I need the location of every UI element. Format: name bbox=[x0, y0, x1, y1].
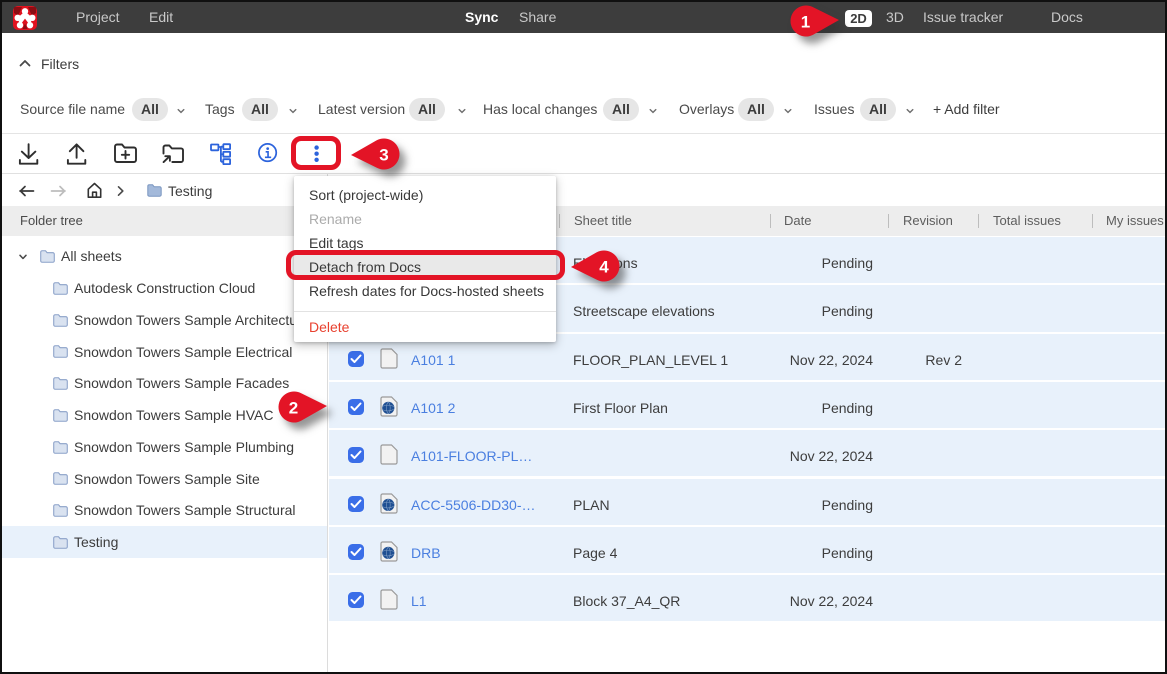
svg-text:4: 4 bbox=[599, 258, 609, 277]
svg-text:2: 2 bbox=[289, 399, 298, 418]
svg-text:1: 1 bbox=[801, 13, 810, 32]
svg-text:3: 3 bbox=[379, 146, 388, 165]
